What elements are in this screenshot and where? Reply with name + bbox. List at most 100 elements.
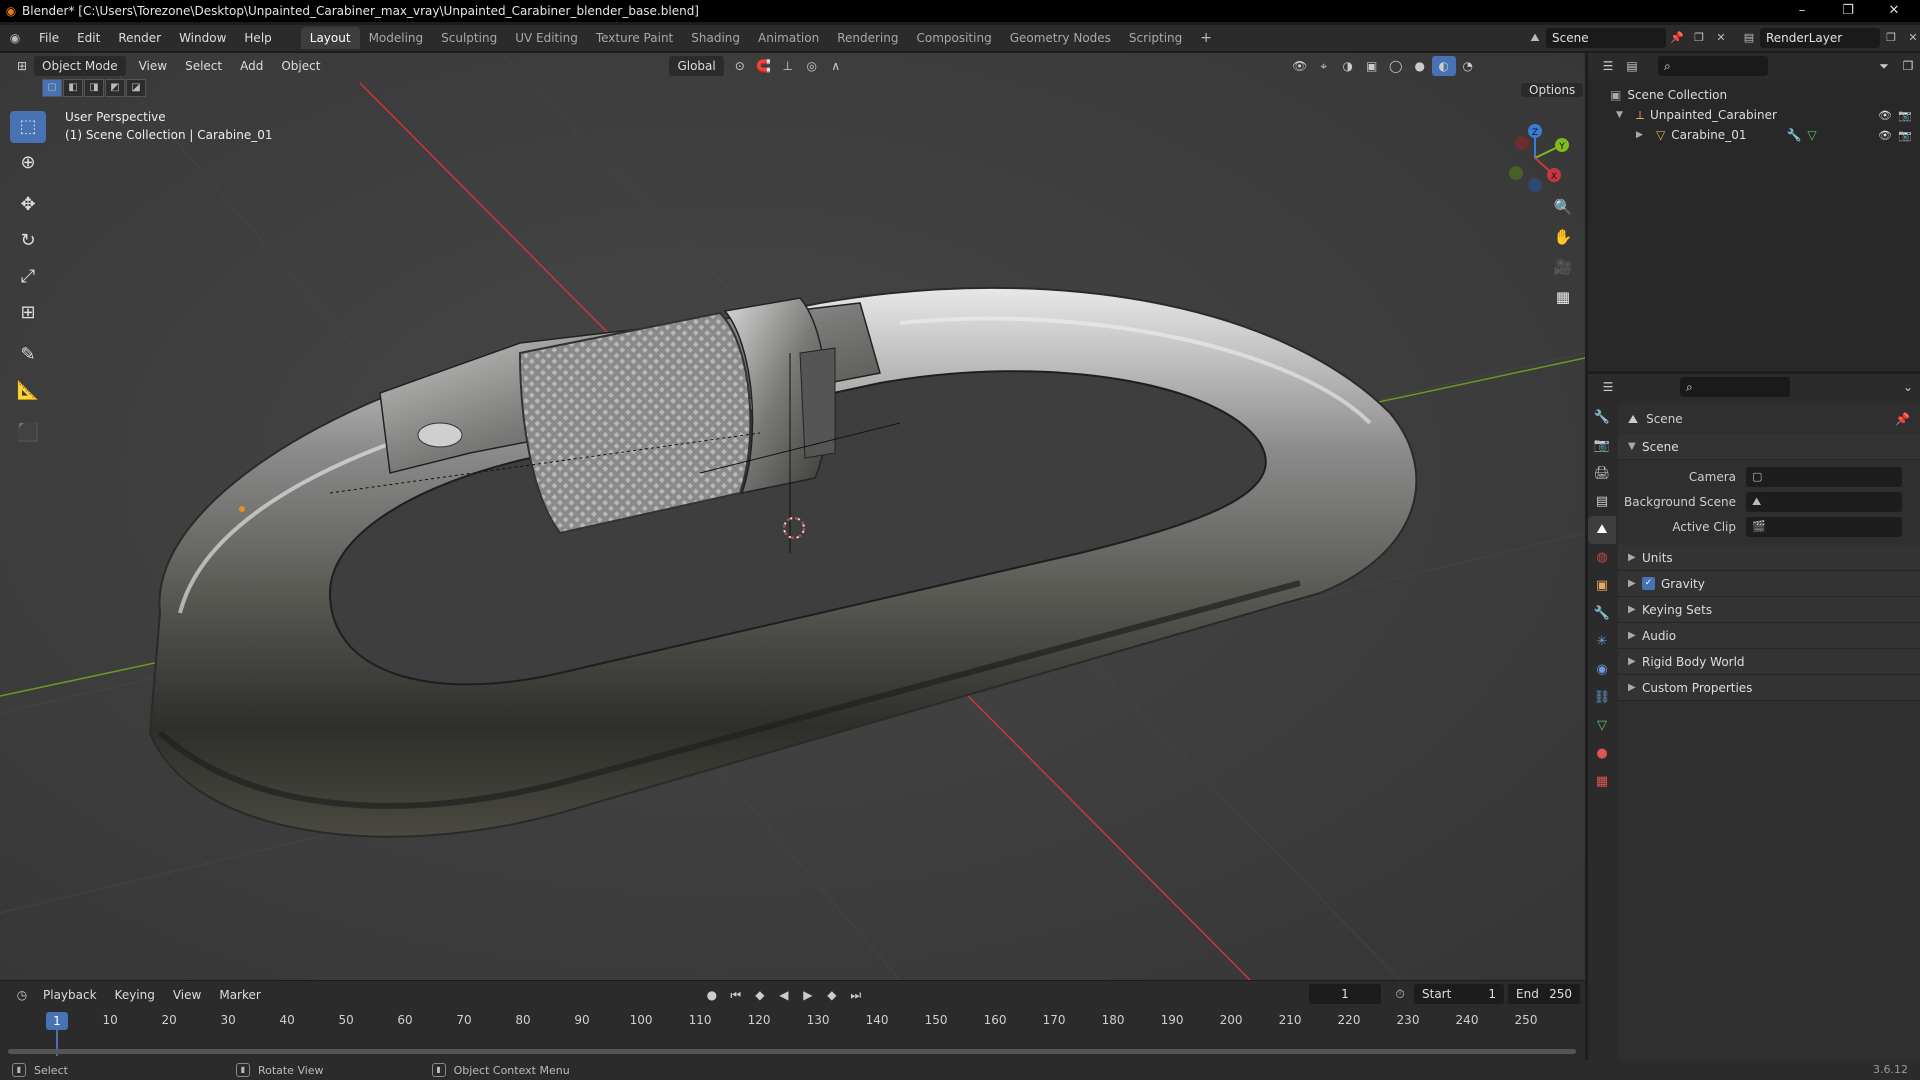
options-label[interactable]: Options (1521, 83, 1584, 97)
active-clip-field[interactable]: 🎬 (1746, 516, 1902, 537)
move-tool-icon[interactable]: ✥ (10, 189, 46, 221)
outliner-item-carabine-01[interactable]: ▶ ▽ Carabine_01 🔧 ▽ 👁 📷 (1588, 125, 1920, 145)
select-new-icon[interactable]: ▢ (42, 79, 62, 97)
ortho-toggle-icon[interactable]: ▦ (1549, 283, 1577, 311)
tab-rendering[interactable]: Rendering (828, 27, 907, 49)
modifier-tab-icon[interactable]: 🔧 (1588, 600, 1616, 628)
jump-end-icon[interactable]: ⏭ (844, 985, 868, 1005)
solid-shading-icon[interactable]: ● (1408, 56, 1432, 76)
display-mode-icon[interactable]: ▤ (1620, 56, 1644, 76)
delete-view-layer-icon[interactable]: ✕ (1902, 28, 1920, 48)
modifier-wrench-icon[interactable]: 🔧 (1786, 128, 1801, 142)
panel-custom-properties[interactable]: ▶ Custom Properties (1618, 675, 1920, 701)
playhead-frame[interactable]: 1 (46, 1012, 68, 1030)
outliner-item-unpainted-carabiner[interactable]: ▼ ⟂ Unpainted_Carabiner 👁 📷 (1588, 105, 1920, 125)
delete-scene-icon[interactable]: ✕ (1710, 28, 1732, 48)
new-scene-icon[interactable]: ❐ (1688, 28, 1710, 48)
3d-viewport[interactable]: ⊞ Object Mode View Select Add Object Glo… (0, 53, 1585, 980)
start-frame-field[interactable]: Start 1 (1414, 984, 1504, 1004)
editor-type-icon[interactable]: ⊞ (10, 56, 34, 76)
render-camera-icon[interactable]: 📷 (1898, 129, 1912, 142)
new-view-layer-icon[interactable]: ❐ (1880, 28, 1902, 48)
data-tab-icon[interactable]: ▽ (1588, 712, 1616, 740)
falloff-icon[interactable]: ∧ (824, 56, 848, 76)
expand-chevron-icon[interactable]: ▼ (1616, 110, 1630, 120)
material-preview-icon[interactable]: ◐ (1431, 56, 1456, 76)
menu-edit[interactable]: Edit (68, 31, 109, 45)
timeline-menu-keying[interactable]: Keying (106, 988, 164, 1002)
minimize-button[interactable]: – (1780, 0, 1824, 22)
navigation-gizmo[interactable]: Z Y X (1490, 113, 1580, 203)
close-button[interactable]: ✕ (1872, 0, 1916, 22)
tab-sculpting[interactable]: Sculpting (432, 27, 506, 49)
camera-field[interactable]: ▢ (1746, 466, 1902, 487)
physics-tab-icon[interactable]: ◉ (1588, 656, 1616, 684)
options-dropdown[interactable]: Options (1521, 80, 1585, 100)
panel-audio[interactable]: ▶ Audio (1618, 623, 1920, 649)
select-extend-icon[interactable]: ◧ (63, 79, 83, 97)
pan-hand-icon[interactable]: ✋ (1549, 223, 1577, 251)
tab-animation[interactable]: Animation (749, 27, 828, 49)
mode-selector[interactable]: Object Mode (34, 56, 126, 76)
properties-editor-type-icon[interactable]: ☰ (1596, 377, 1620, 397)
rotate-tool-icon[interactable]: ↻ (10, 225, 46, 257)
viewport-menu-object[interactable]: Object (272, 59, 329, 73)
pin-icon[interactable]: 📌 (1666, 28, 1688, 48)
panel-keying-sets[interactable]: ▶ Keying Sets (1618, 597, 1920, 623)
outliner-editor[interactable]: ☰ ▤ ⌕ ⏷ ❐ ▣ Scene Collection ▼ ⟂ Unpaint… (1588, 53, 1920, 371)
tool-tab-icon[interactable]: 🔧 (1588, 404, 1616, 432)
tab-scripting[interactable]: Scripting (1120, 27, 1191, 49)
outliner-item-scene-collection[interactable]: ▣ Scene Collection (1588, 85, 1920, 105)
outliner-search-input[interactable]: ⌕ (1658, 56, 1768, 76)
maximize-button[interactable]: ❐ (1826, 0, 1870, 22)
frame-ruler[interactable]: 10 20 30 40 50 60 70 80 90 100 110 120 130 140 150 160 1… (0, 1011, 1585, 1033)
panel-gravity[interactable]: ▶ ✓ Gravity (1618, 571, 1920, 597)
overlays-icon[interactable]: ◑ (1336, 56, 1360, 76)
scale-tool-icon[interactable]: ⤢ (10, 261, 46, 293)
tab-modeling[interactable]: Modeling (360, 27, 433, 49)
mesh-data-icon[interactable]: ▽ (1807, 128, 1816, 142)
pin-icon[interactable]: 📌 (1895, 412, 1910, 426)
gravity-checkbox[interactable]: ✓ (1642, 577, 1655, 590)
auto-keying-icon[interactable]: ● (700, 985, 724, 1005)
render-camera-icon[interactable]: 📷 (1898, 109, 1912, 122)
object-visibility-icon[interactable]: 👁 (1288, 56, 1312, 76)
expand-chevron-icon[interactable]: ▶ (1636, 130, 1650, 140)
add-workspace-icon[interactable]: + (1191, 27, 1221, 49)
texture-tab-icon[interactable]: ▦ (1588, 768, 1616, 796)
timeline-scrollbar[interactable] (8, 1049, 1576, 1054)
cursor-tool-icon[interactable]: ⊕ (10, 147, 46, 179)
snap-target-icon[interactable]: ⊥ (776, 56, 800, 76)
outliner-editor-type-icon[interactable]: ☰ (1596, 56, 1620, 76)
visibility-eye-icon[interactable]: 👁 (1878, 109, 1892, 122)
visibility-eye-icon[interactable]: 👁 (1878, 129, 1892, 142)
timeline-menu-marker[interactable]: Marker (210, 988, 269, 1002)
render-tab-icon[interactable]: 📷 (1588, 432, 1616, 460)
measure-tool-icon[interactable]: 📐 (10, 375, 46, 407)
zoom-icon[interactable]: 🔍 (1549, 193, 1577, 221)
tab-layout[interactable]: Layout (300, 27, 360, 49)
prev-keyframe-icon[interactable]: ◆ (748, 985, 772, 1005)
timeline-menu-view[interactable]: View (164, 988, 210, 1002)
play-reverse-icon[interactable]: ◀ (772, 985, 796, 1005)
pivot-point-icon[interactable]: ⊙ (728, 56, 752, 76)
output-tab-icon[interactable]: 🖨 (1588, 460, 1616, 488)
select-invert-icon[interactable]: ◩ (105, 79, 125, 97)
timer-icon[interactable]: ⏱ (1388, 984, 1412, 1004)
panel-rigid-body-world[interactable]: ▶ Rigid Body World (1618, 649, 1920, 675)
scene-selector[interactable]: Scene (1546, 28, 1666, 48)
timeline-menu-playback[interactable]: Playback (34, 988, 106, 1002)
panel-scene[interactable]: ▼ Scene (1618, 434, 1920, 460)
gizmo-toggle-icon[interactable]: ⌖ (1312, 56, 1336, 76)
view-layer-selector[interactable]: RenderLayer (1760, 28, 1880, 48)
proportional-edit-icon[interactable]: ◎ (800, 56, 824, 76)
viewport-menu-select[interactable]: Select (176, 59, 231, 73)
camera-view-icon[interactable]: 🎥 (1549, 253, 1577, 281)
tab-shading[interactable]: Shading (682, 27, 749, 49)
add-cube-tool-icon[interactable]: ⬛ (10, 417, 46, 449)
panel-units[interactable]: ▶ Units (1618, 545, 1920, 571)
current-frame-field[interactable]: 1 (1309, 984, 1381, 1004)
properties-editor[interactable]: ☰ ⌕ ⌄ 🔧 📷 🖨 ▤ ⛰ ◍ ▣ 🔧 ✳ ◉ ⛓ ▽ ● ▦ ⛰ Scen… (1588, 374, 1920, 1060)
tab-uv-editing[interactable]: UV Editing (506, 27, 587, 49)
scene-icon[interactable]: ⛰ (1524, 28, 1546, 48)
